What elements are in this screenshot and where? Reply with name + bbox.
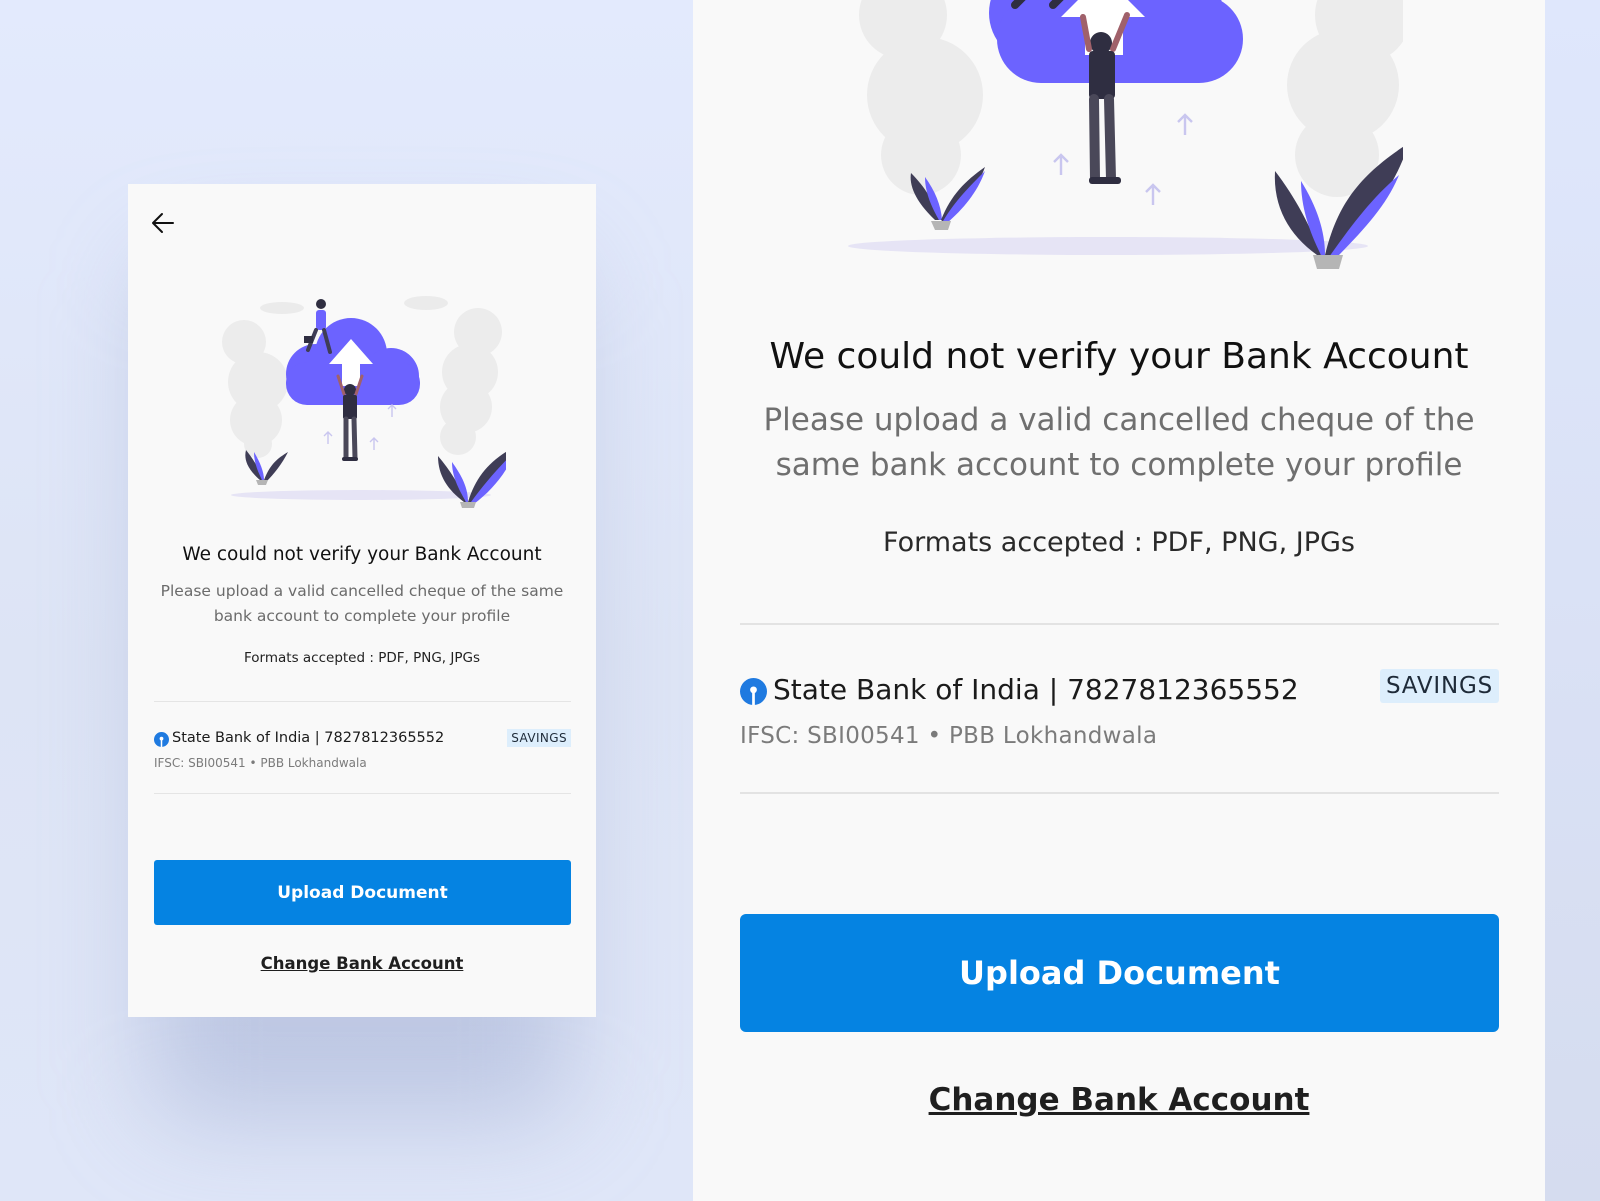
bank-name-number: State Bank of India | 7827812365552 <box>172 730 445 746</box>
sbi-logo-icon <box>154 732 169 747</box>
account-type-badge: SAVINGS <box>1379 669 1499 703</box>
bank-account-row: State Bank of India | 7827812365552 SAVI… <box>740 669 1499 711</box>
cloud-upload-illustration <box>222 296 506 508</box>
page-subtitle: Please upload a valid cancelled cheque o… <box>160 582 564 625</box>
page-title: We could not verify your Bank Account <box>182 544 542 565</box>
zoomed-screen: We could not verify your Bank Account Pl… <box>693 0 1545 1201</box>
arrow-left-icon[interactable] <box>150 210 176 236</box>
background-strip <box>1545 0 1600 1201</box>
page-subtitle: Please upload a valid cancelled cheque o… <box>763 402 1475 483</box>
upload-document-button[interactable]: Upload Document <box>154 860 571 925</box>
formats-note: Formats accepted : PDF, PNG, JPGs <box>244 650 480 666</box>
ifsc-details: IFSC: SBI00541 • PBB Lokhandwala <box>154 756 367 770</box>
bank-name-number: State Bank of India | 7827812365552 <box>773 673 1299 706</box>
divider <box>740 792 1499 794</box>
upload-document-button[interactable]: Upload Document <box>740 914 1499 1032</box>
cloud-upload-illustration <box>848 0 1403 269</box>
change-bank-account-link[interactable]: Change Bank Account <box>693 1082 1545 1118</box>
phone-screen: We could not verify your Bank Account Pl… <box>128 184 596 1017</box>
divider <box>740 623 1499 625</box>
ifsc-details: IFSC: SBI00541 • PBB Lokhandwala <box>740 723 1158 749</box>
formats-note: Formats accepted : PDF, PNG, JPGs <box>883 527 1355 558</box>
divider <box>154 701 571 702</box>
change-bank-account-link[interactable]: Change Bank Account <box>128 954 596 973</box>
account-type-badge: SAVINGS <box>507 729 571 747</box>
sbi-logo-icon <box>740 678 767 705</box>
divider <box>154 793 571 794</box>
bank-account-row: State Bank of India | 7827812365552 SAVI… <box>154 728 571 748</box>
page-title: We could not verify your Bank Account <box>769 336 1469 377</box>
